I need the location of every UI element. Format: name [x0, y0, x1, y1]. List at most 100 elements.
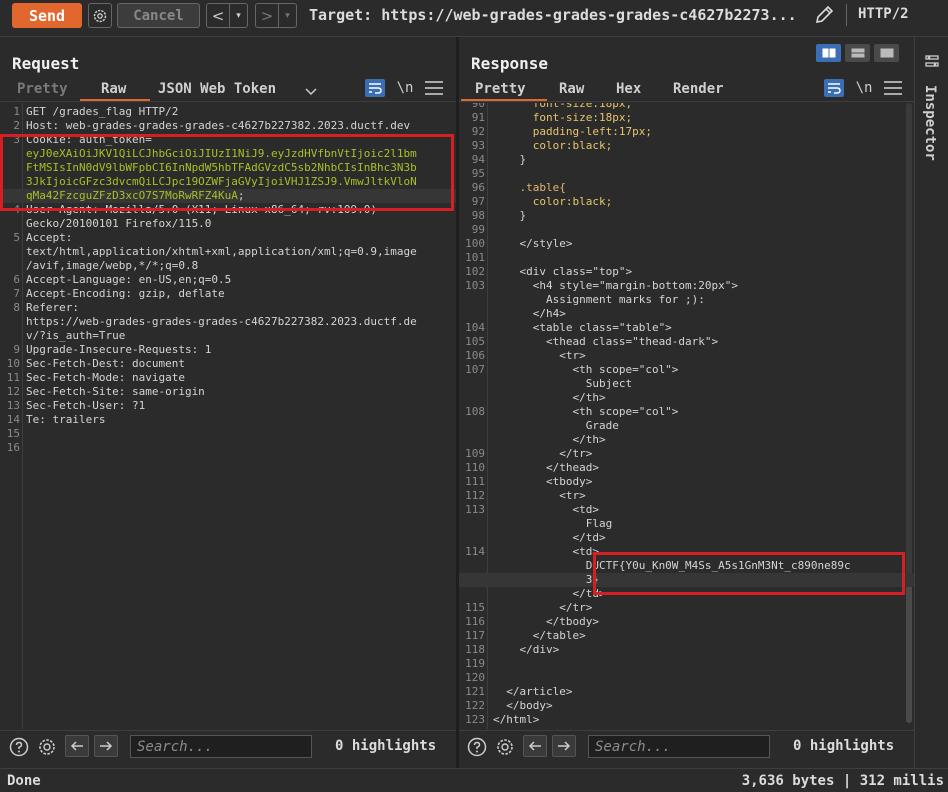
line-content: <td> — [493, 503, 599, 517]
wrap-lines-icon[interactable] — [824, 79, 844, 97]
wrap-lines-icon[interactable] — [365, 79, 385, 97]
tab-raw[interactable]: Raw — [101, 81, 126, 97]
tab-bar-divider — [459, 101, 914, 102]
code-line: 98 } — [459, 209, 914, 223]
line-content: Grade — [493, 419, 619, 433]
line-number: 115 — [465, 601, 485, 614]
line-content: Sec-Fetch-Site: same-origin — [26, 385, 205, 399]
code-line: 108 <th scope="col"> — [459, 405, 914, 419]
line-content: Sec-Fetch-Dest: document — [26, 357, 185, 371]
help-icon[interactable] — [8, 736, 30, 758]
code-line: 90 font-size:18px; — [459, 103, 914, 111]
request-title: Request — [12, 54, 80, 73]
code-line: 97 color:black; — [459, 195, 914, 209]
line-text: </th> — [493, 391, 606, 404]
search-previous-button[interactable] — [523, 735, 547, 757]
line-content: Sec-Fetch-Mode: navigate — [26, 371, 185, 385]
line-text: </table> — [493, 629, 586, 642]
code-line: 93 color:black; — [459, 139, 914, 153]
line-content: </th> — [493, 391, 606, 405]
gear-icon[interactable] — [494, 736, 516, 758]
code-line: 11 Sec-Fetch-Mode: navigate — [0, 371, 456, 385]
line-content: GET /grades_flag HTTP/2 — [26, 105, 178, 119]
chevron-down-icon[interactable]: ▾ — [229, 4, 247, 27]
help-icon[interactable] — [466, 736, 488, 758]
line-number: 92 — [471, 125, 485, 138]
forward-button[interactable]: > ▾ — [255, 3, 297, 28]
line-text: Sec-Fetch-User: ?1 — [26, 399, 146, 412]
line-content: Gecko/20100101 Firefox/115.0 — [26, 217, 211, 231]
pencil-icon[interactable] — [813, 4, 835, 26]
request-search-input[interactable] — [130, 735, 312, 758]
line-number: 5 — [13, 231, 20, 244]
search-next-button[interactable] — [552, 735, 576, 757]
line-text: </article> — [493, 685, 573, 698]
send-button[interactable]: Send — [12, 3, 82, 28]
tab-raw[interactable]: Raw — [559, 81, 584, 97]
line-content: /avif,image/webp,*/*;q=0.8 — [26, 259, 198, 273]
tab-pretty[interactable]: Pretty — [475, 81, 526, 97]
line-text: } — [493, 153, 527, 166]
search-previous-button[interactable] — [65, 735, 89, 757]
line-text: </td> — [493, 531, 606, 544]
side-by-side-layout-icon[interactable] — [816, 44, 841, 62]
line-text: <td> — [493, 545, 599, 558]
line-number: 98 — [471, 209, 485, 222]
gear-icon[interactable] — [36, 736, 58, 758]
tab-render[interactable]: Render — [673, 81, 724, 97]
code-line: 118 </div> — [459, 643, 914, 657]
code-line: 111 <tbody> — [459, 475, 914, 489]
cancel-button[interactable]: Cancel — [117, 3, 200, 28]
line-number: 103 — [465, 279, 485, 292]
back-button[interactable]: < ▾ — [206, 3, 248, 28]
line-number: 106 — [465, 349, 485, 362]
line-text: Sec-Fetch-Dest: document — [26, 357, 185, 370]
code-line: 100 </style> — [459, 237, 914, 251]
line-number: 120 — [465, 671, 485, 684]
code-line: 119 — [459, 657, 914, 671]
line-text: font-size:18px; — [493, 103, 633, 110]
response-panel: Response Pretty Raw Hex Render \n 90 fon… — [459, 37, 914, 768]
flag-highlight-box — [593, 552, 905, 595]
line-content: Accept-Language: en-US,en;q=0.5 — [26, 273, 231, 287]
code-line: 16 — [0, 441, 456, 455]
chevron-down-icon[interactable]: ▾ — [278, 4, 296, 27]
line-number: 108 — [465, 405, 485, 418]
gear-icon[interactable] — [88, 3, 112, 28]
response-tabs: Pretty Raw Hex Render \n — [459, 77, 914, 101]
line-text: padding-left:17px; — [493, 125, 652, 138]
line-number: 122 — [465, 699, 485, 712]
line-content: <th scope="col"> — [493, 363, 678, 377]
line-content: Accept: — [26, 231, 72, 245]
response-editor[interactable]: 90 font-size:18px; 91 font-size:18px; 92 p… — [459, 103, 914, 729]
line-text: </style> — [493, 237, 573, 250]
line-number: 109 — [465, 447, 485, 460]
tabbed-layout-icon[interactable] — [874, 44, 899, 62]
menu-icon[interactable] — [425, 81, 443, 95]
tab-pretty[interactable]: Pretty — [17, 81, 68, 97]
target-url: Target: https://web-grades-grades-grades… — [309, 6, 797, 24]
line-number: 13 — [6, 399, 20, 412]
menu-icon[interactable] — [884, 81, 902, 95]
inspector-toggle-icon[interactable] — [924, 53, 940, 73]
tab-hex[interactable]: Hex — [616, 81, 641, 97]
newline-toggle[interactable]: \n — [395, 80, 415, 96]
line-text: Host: web-grades-grades-grades-c4627b227… — [26, 119, 411, 132]
line-number: 12 — [6, 385, 20, 398]
chevron-down-icon[interactable] — [304, 83, 318, 102]
line-text: Accept: — [26, 231, 73, 244]
line-number: 102 — [465, 265, 485, 278]
line-text: </td> — [493, 587, 606, 600]
line-number: 99 — [471, 223, 485, 236]
newline-toggle[interactable]: \n — [854, 80, 874, 96]
response-search-input[interactable] — [588, 735, 770, 758]
line-text: <tr> — [493, 489, 586, 502]
line-content: } — [493, 153, 526, 167]
inspector-label[interactable]: Inspector — [922, 85, 938, 161]
http-version-label[interactable]: HTTP/2 — [858, 6, 909, 22]
code-line: 106 <tr> — [459, 349, 914, 363]
stacked-layout-icon[interactable] — [845, 44, 870, 62]
search-next-button[interactable] — [94, 735, 118, 757]
tab-json-web-token[interactable]: JSON Web Token — [158, 81, 276, 97]
code-line: 15 — [0, 427, 456, 441]
